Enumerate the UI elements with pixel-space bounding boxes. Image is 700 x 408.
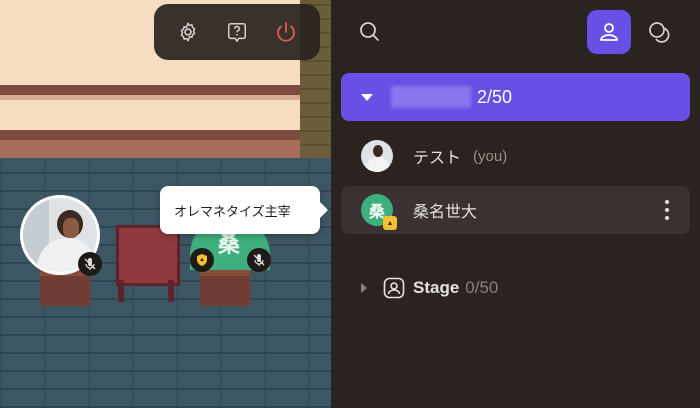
tooltip-text: オレマネタイズ主宰 <box>174 204 291 220</box>
gear-icon <box>180 22 196 42</box>
tab-chat[interactable] <box>646 18 674 46</box>
member-row[interactable]: 桑 桑名世大 <box>341 186 690 234</box>
power-icon <box>276 22 295 42</box>
member-name: 桑名世大 <box>413 204 478 221</box>
settings-button[interactable] <box>171 15 205 49</box>
stage-count: 0/50 <box>465 278 499 297</box>
search-icon <box>360 22 379 41</box>
member-tooltip: オレマネタイズ主宰 <box>160 186 328 234</box>
toolbar <box>154 4 320 60</box>
wall-trim <box>0 130 300 140</box>
group-header[interactable]: 2/50 <box>341 73 690 121</box>
stage-icon <box>383 277 405 299</box>
member-name: テスト <box>413 150 462 167</box>
avatar: 桑 <box>361 194 397 230</box>
moderator-shield-icon <box>383 216 397 230</box>
chair-legs <box>118 280 174 302</box>
game-scene[interactable]: 桑 オレマネタイズ主宰 <box>0 0 331 408</box>
stool[interactable] <box>40 270 90 306</box>
more-options-icon[interactable] <box>664 200 670 220</box>
group-name-redacted <box>391 86 471 108</box>
tab-people[interactable] <box>587 10 631 54</box>
leave-button[interactable] <box>269 15 303 49</box>
stage-section[interactable]: Stage 0/50 <box>341 270 690 306</box>
chevron-down-icon <box>361 93 373 101</box>
help-icon <box>228 23 246 43</box>
wall-trim <box>0 140 300 158</box>
chevron-right-icon <box>361 283 367 293</box>
chair[interactable] <box>116 225 180 286</box>
help-button[interactable] <box>220 15 254 49</box>
stool[interactable] <box>200 270 250 306</box>
wall-trim <box>0 85 300 95</box>
stage-label: Stage <box>413 278 460 297</box>
person-icon <box>600 23 618 41</box>
avatar <box>361 140 393 172</box>
mic-muted-icon <box>78 252 102 276</box>
group-count: 2/50 <box>477 86 513 107</box>
member-row[interactable]: テスト (you) <box>341 132 690 180</box>
search-button[interactable] <box>358 20 382 44</box>
member-you-label: (you) <box>473 147 508 165</box>
moderator-shield-icon <box>190 248 214 272</box>
mic-muted-icon <box>247 248 271 272</box>
chat-icon <box>649 22 670 43</box>
wall-trim <box>0 95 300 100</box>
